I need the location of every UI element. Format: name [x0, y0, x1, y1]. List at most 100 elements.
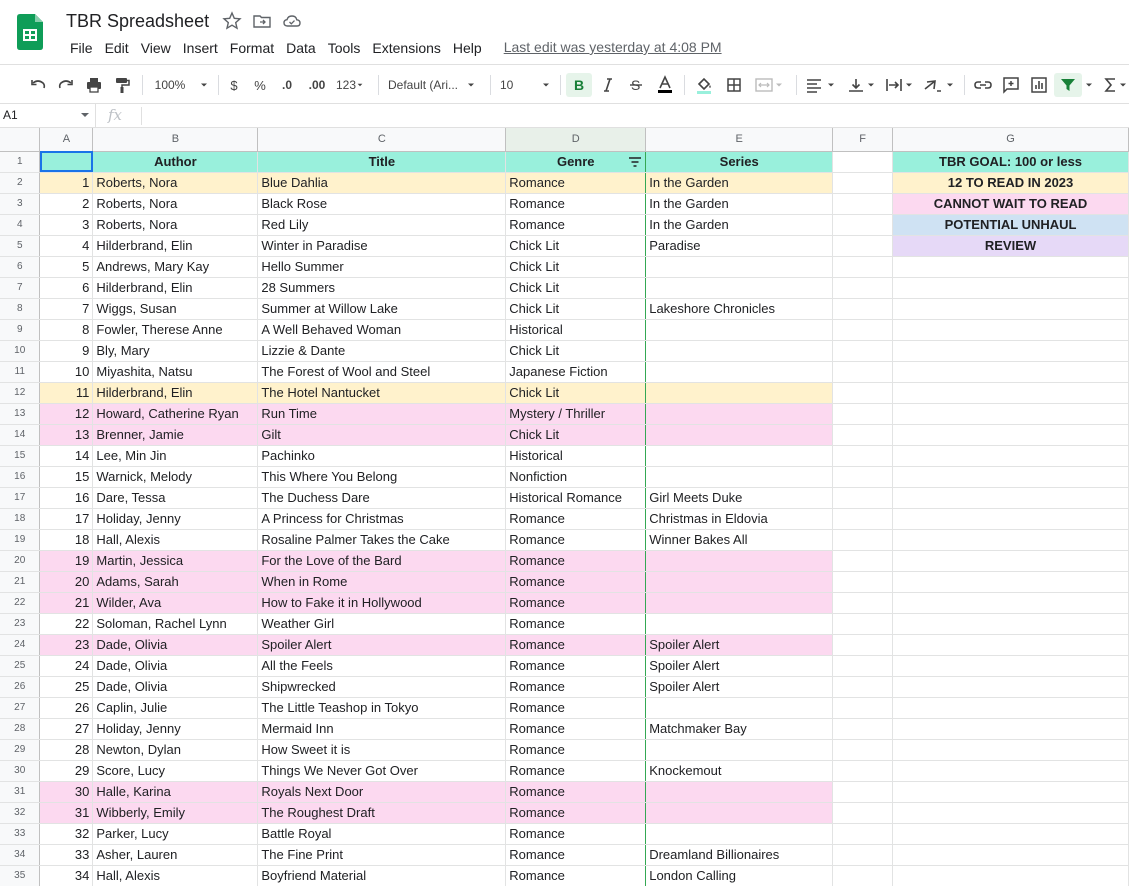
empty-cell[interactable] [892, 655, 1129, 677]
series-cell[interactable] [645, 256, 834, 278]
book-number-cell[interactable]: 13 [39, 424, 94, 446]
genre-header[interactable]: Genre [505, 151, 647, 173]
author-cell[interactable]: Dade, Olivia [92, 655, 259, 677]
empty-cell[interactable] [892, 634, 1129, 656]
empty-cell[interactable] [892, 739, 1129, 761]
genre-cell[interactable]: Romance [505, 613, 647, 635]
genre-cell[interactable]: Romance [505, 655, 647, 677]
empty-cell[interactable] [832, 466, 894, 488]
row-header[interactable]: 1 [0, 151, 41, 173]
title-cell[interactable]: The Hotel Nantucket [257, 382, 507, 404]
row-header[interactable]: 20 [0, 550, 41, 572]
title-cell[interactable]: Summer at Willow Lake [257, 298, 507, 320]
title-cell[interactable]: How to Fake it in Hollywood [257, 592, 507, 614]
series-cell[interactable] [645, 445, 834, 467]
title-cell[interactable]: Rosaline Palmer Takes the Cake [257, 529, 507, 551]
author-cell[interactable]: Hall, Alexis [92, 865, 259, 886]
author-cell[interactable]: Hall, Alexis [92, 529, 259, 551]
title-cell[interactable]: Shipwrecked [257, 676, 507, 698]
book-number-cell[interactable]: 5 [39, 256, 94, 278]
insert-chart-icon[interactable] [1028, 73, 1050, 97]
document-title[interactable]: TBR Spreadsheet [66, 11, 209, 32]
column-header-a[interactable]: A [39, 128, 94, 152]
book-number-cell[interactable]: 22 [39, 613, 94, 635]
genre-cell[interactable]: Chick Lit [505, 277, 647, 299]
author-cell[interactable]: Adams, Sarah [92, 571, 259, 593]
genre-cell[interactable]: Romance [505, 214, 647, 236]
series-cell[interactable]: Lakeshore Chronicles [645, 298, 834, 320]
empty-cell[interactable] [832, 340, 894, 362]
font-family-select[interactable]: Default (Ari... [388, 73, 482, 97]
series-cell[interactable] [645, 613, 834, 635]
genre-cell[interactable]: Chick Lit [505, 298, 647, 320]
author-header[interactable]: Author [92, 151, 259, 173]
genre-cell[interactable]: Romance [505, 760, 647, 782]
book-number-cell[interactable]: 31 [39, 802, 94, 824]
empty-cell[interactable] [892, 382, 1129, 404]
row-header[interactable]: 12 [0, 382, 41, 404]
author-cell[interactable]: Dade, Olivia [92, 676, 259, 698]
book-number-cell[interactable]: 25 [39, 676, 94, 698]
row-header[interactable]: 32 [0, 802, 41, 824]
empty-cell[interactable] [832, 676, 894, 698]
cloud-status-icon[interactable] [282, 11, 302, 31]
title-cell[interactable]: A Princess for Christmas [257, 508, 507, 530]
genre-cell[interactable]: Mystery / Thriller [505, 403, 647, 425]
genre-cell[interactable]: Romance [505, 739, 647, 761]
book-number-cell[interactable]: 28 [39, 739, 94, 761]
book-number-cell[interactable]: 2 [39, 193, 94, 215]
column-header-e[interactable]: E [645, 128, 834, 152]
empty-cell[interactable] [892, 277, 1129, 299]
author-cell[interactable]: Wibberly, Emily [92, 802, 259, 824]
empty-cell[interactable] [892, 550, 1129, 572]
legend-label[interactable]: CANNOT WAIT TO READ [892, 193, 1129, 215]
formula-input[interactable] [148, 104, 1129, 127]
print-icon[interactable] [84, 73, 104, 97]
genre-cell[interactable]: Nonfiction [505, 466, 647, 488]
book-number-cell[interactable]: 26 [39, 697, 94, 719]
title-cell[interactable]: A Well Behaved Woman [257, 319, 507, 341]
vertical-align-icon[interactable] [846, 73, 880, 97]
genre-cell[interactable]: Romance [505, 550, 647, 572]
title-cell[interactable]: All the Feels [257, 655, 507, 677]
menu-extensions[interactable]: Extensions [366, 39, 446, 58]
legend-label[interactable]: REVIEW [892, 235, 1129, 257]
genre-cell[interactable]: Romance [505, 634, 647, 656]
series-cell[interactable]: Spoiler Alert [645, 676, 834, 698]
book-number-cell[interactable]: 19 [39, 550, 94, 572]
empty-cell[interactable] [892, 676, 1129, 698]
genre-cell[interactable]: Romance [505, 571, 647, 593]
genre-cell[interactable]: Romance [505, 193, 647, 215]
empty-cell[interactable] [832, 865, 894, 886]
author-cell[interactable]: Wiggs, Susan [92, 298, 259, 320]
book-number-cell[interactable]: 17 [39, 508, 94, 530]
author-cell[interactable]: Hilderbrand, Elin [92, 382, 259, 404]
insert-comment-icon[interactable] [1000, 73, 1022, 97]
row-header[interactable]: 2 [0, 172, 41, 194]
author-cell[interactable]: Asher, Lauren [92, 844, 259, 866]
move-folder-icon[interactable] [252, 11, 272, 31]
title-cell[interactable]: Weather Girl [257, 613, 507, 635]
title-cell[interactable]: Royals Next Door [257, 781, 507, 803]
menu-file[interactable]: File [64, 39, 99, 58]
more-formats-button[interactable]: 123 [334, 73, 366, 97]
book-number-cell[interactable]: 11 [39, 382, 94, 404]
redo-icon[interactable] [56, 73, 76, 97]
title-cell[interactable]: Run Time [257, 403, 507, 425]
series-cell[interactable]: Spoiler Alert [645, 634, 834, 656]
row-header[interactable]: 17 [0, 487, 41, 509]
series-cell[interactable] [645, 802, 834, 824]
series-cell[interactable] [645, 592, 834, 614]
empty-cell[interactable] [832, 214, 894, 236]
empty-cell[interactable] [892, 424, 1129, 446]
bold-icon[interactable]: B [566, 73, 592, 97]
row-header[interactable]: 18 [0, 508, 41, 530]
empty-cell[interactable] [892, 256, 1129, 278]
genre-cell[interactable]: Romance [505, 697, 647, 719]
empty-cell[interactable] [832, 844, 894, 866]
series-cell[interactable] [645, 697, 834, 719]
author-cell[interactable]: Holiday, Jenny [92, 718, 259, 740]
genre-cell[interactable]: Romance [505, 823, 647, 845]
title-cell[interactable]: The Little Teashop in Tokyo [257, 697, 507, 719]
author-cell[interactable]: Newton, Dylan [92, 739, 259, 761]
